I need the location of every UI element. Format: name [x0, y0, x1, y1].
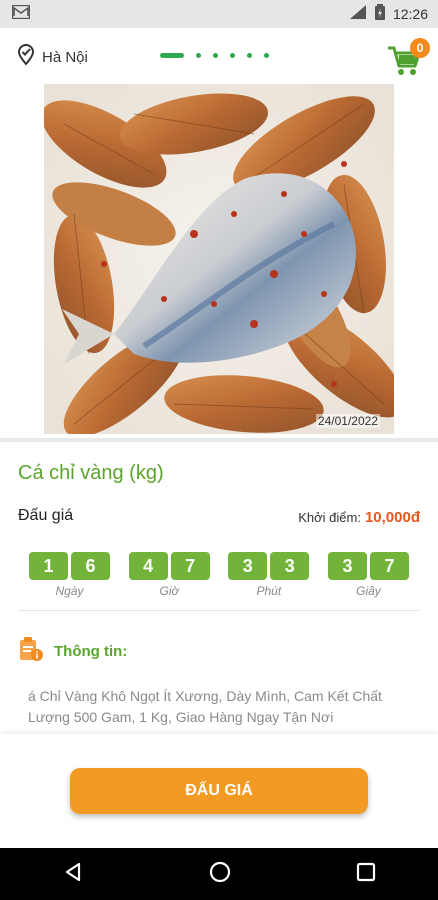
countdown-label: Giờ [159, 584, 179, 598]
bid-panel: ĐẤU GIÁ [0, 734, 438, 848]
section-divider [0, 438, 438, 442]
battery-icon [374, 3, 385, 25]
pager-dot [230, 53, 235, 58]
status-bar: 12:26 [0, 0, 438, 28]
countdown-hours: 4 7 Giờ [128, 552, 210, 598]
countdown-days: 1 6 Ngày [29, 552, 110, 598]
info-header: Thông tin: [18, 636, 127, 667]
system-navigation-bar [0, 848, 438, 900]
back-icon[interactable] [62, 861, 84, 888]
countdown-digit: 3 [270, 552, 310, 580]
pager-dot [213, 53, 218, 58]
countdown-digit: 3 [228, 552, 268, 580]
location-label: Hà Nội [42, 49, 88, 66]
countdown-label: Giây [356, 584, 381, 598]
countdown-label: Phút [256, 584, 282, 598]
product-title: Cá chỉ vàng (kg) [18, 462, 164, 484]
pager-dot [264, 53, 269, 58]
product-image[interactable]: 24/01/2022 [44, 84, 394, 434]
auction-label: Đấu giá [18, 507, 74, 524]
location-pin-icon [16, 44, 36, 71]
countdown-digit: 6 [71, 552, 110, 580]
countdown-digit: 7 [170, 552, 210, 580]
location-selector[interactable]: Hà Nội [16, 44, 88, 71]
countdown-digit: 4 [128, 552, 168, 580]
bid-button[interactable]: ĐẤU GIÁ [70, 768, 368, 814]
countdown-seconds: 3 7 Giây [327, 552, 409, 598]
auction-countdown: 1 6 Ngày 4 7 Giờ 3 3 Phút 3 7 Giây [29, 552, 409, 598]
home-icon[interactable] [209, 861, 231, 888]
image-date: 24/01/2022 [315, 414, 380, 428]
info-title: Thông tin: [54, 643, 128, 660]
pager-dot-active [160, 53, 184, 58]
app-header: Hà Nội 0 [0, 28, 438, 84]
start-price: Khởi điểm: 10,000đ [298, 509, 420, 526]
mail-icon [11, 4, 31, 24]
start-price-value: 10,000đ [364, 509, 420, 526]
cart-button[interactable]: 0 [386, 38, 430, 76]
info-document-icon [18, 636, 44, 667]
recents-icon[interactable] [356, 862, 376, 887]
pager-dot [196, 53, 201, 58]
countdown-label: Ngày [55, 584, 84, 598]
product-description: á Chỉ Vàng Khô Ngọt Ít Xương, Dày Mình, … [28, 688, 382, 725]
countdown-minutes: 3 3 Phút [228, 552, 310, 598]
pager-dot [247, 53, 252, 58]
countdown-digit: 1 [29, 552, 68, 580]
start-price-label: Khởi điểm: [298, 510, 361, 525]
countdown-digit: 7 [369, 552, 409, 580]
countdown-digit: 3 [327, 552, 367, 580]
section-divider [18, 610, 420, 611]
signal-icon [349, 4, 367, 25]
image-pager-indicator [160, 53, 269, 58]
clock-time: 12:26 [392, 6, 428, 22]
cart-count-badge: 0 [410, 38, 430, 58]
dried-fish-photo [44, 84, 394, 434]
